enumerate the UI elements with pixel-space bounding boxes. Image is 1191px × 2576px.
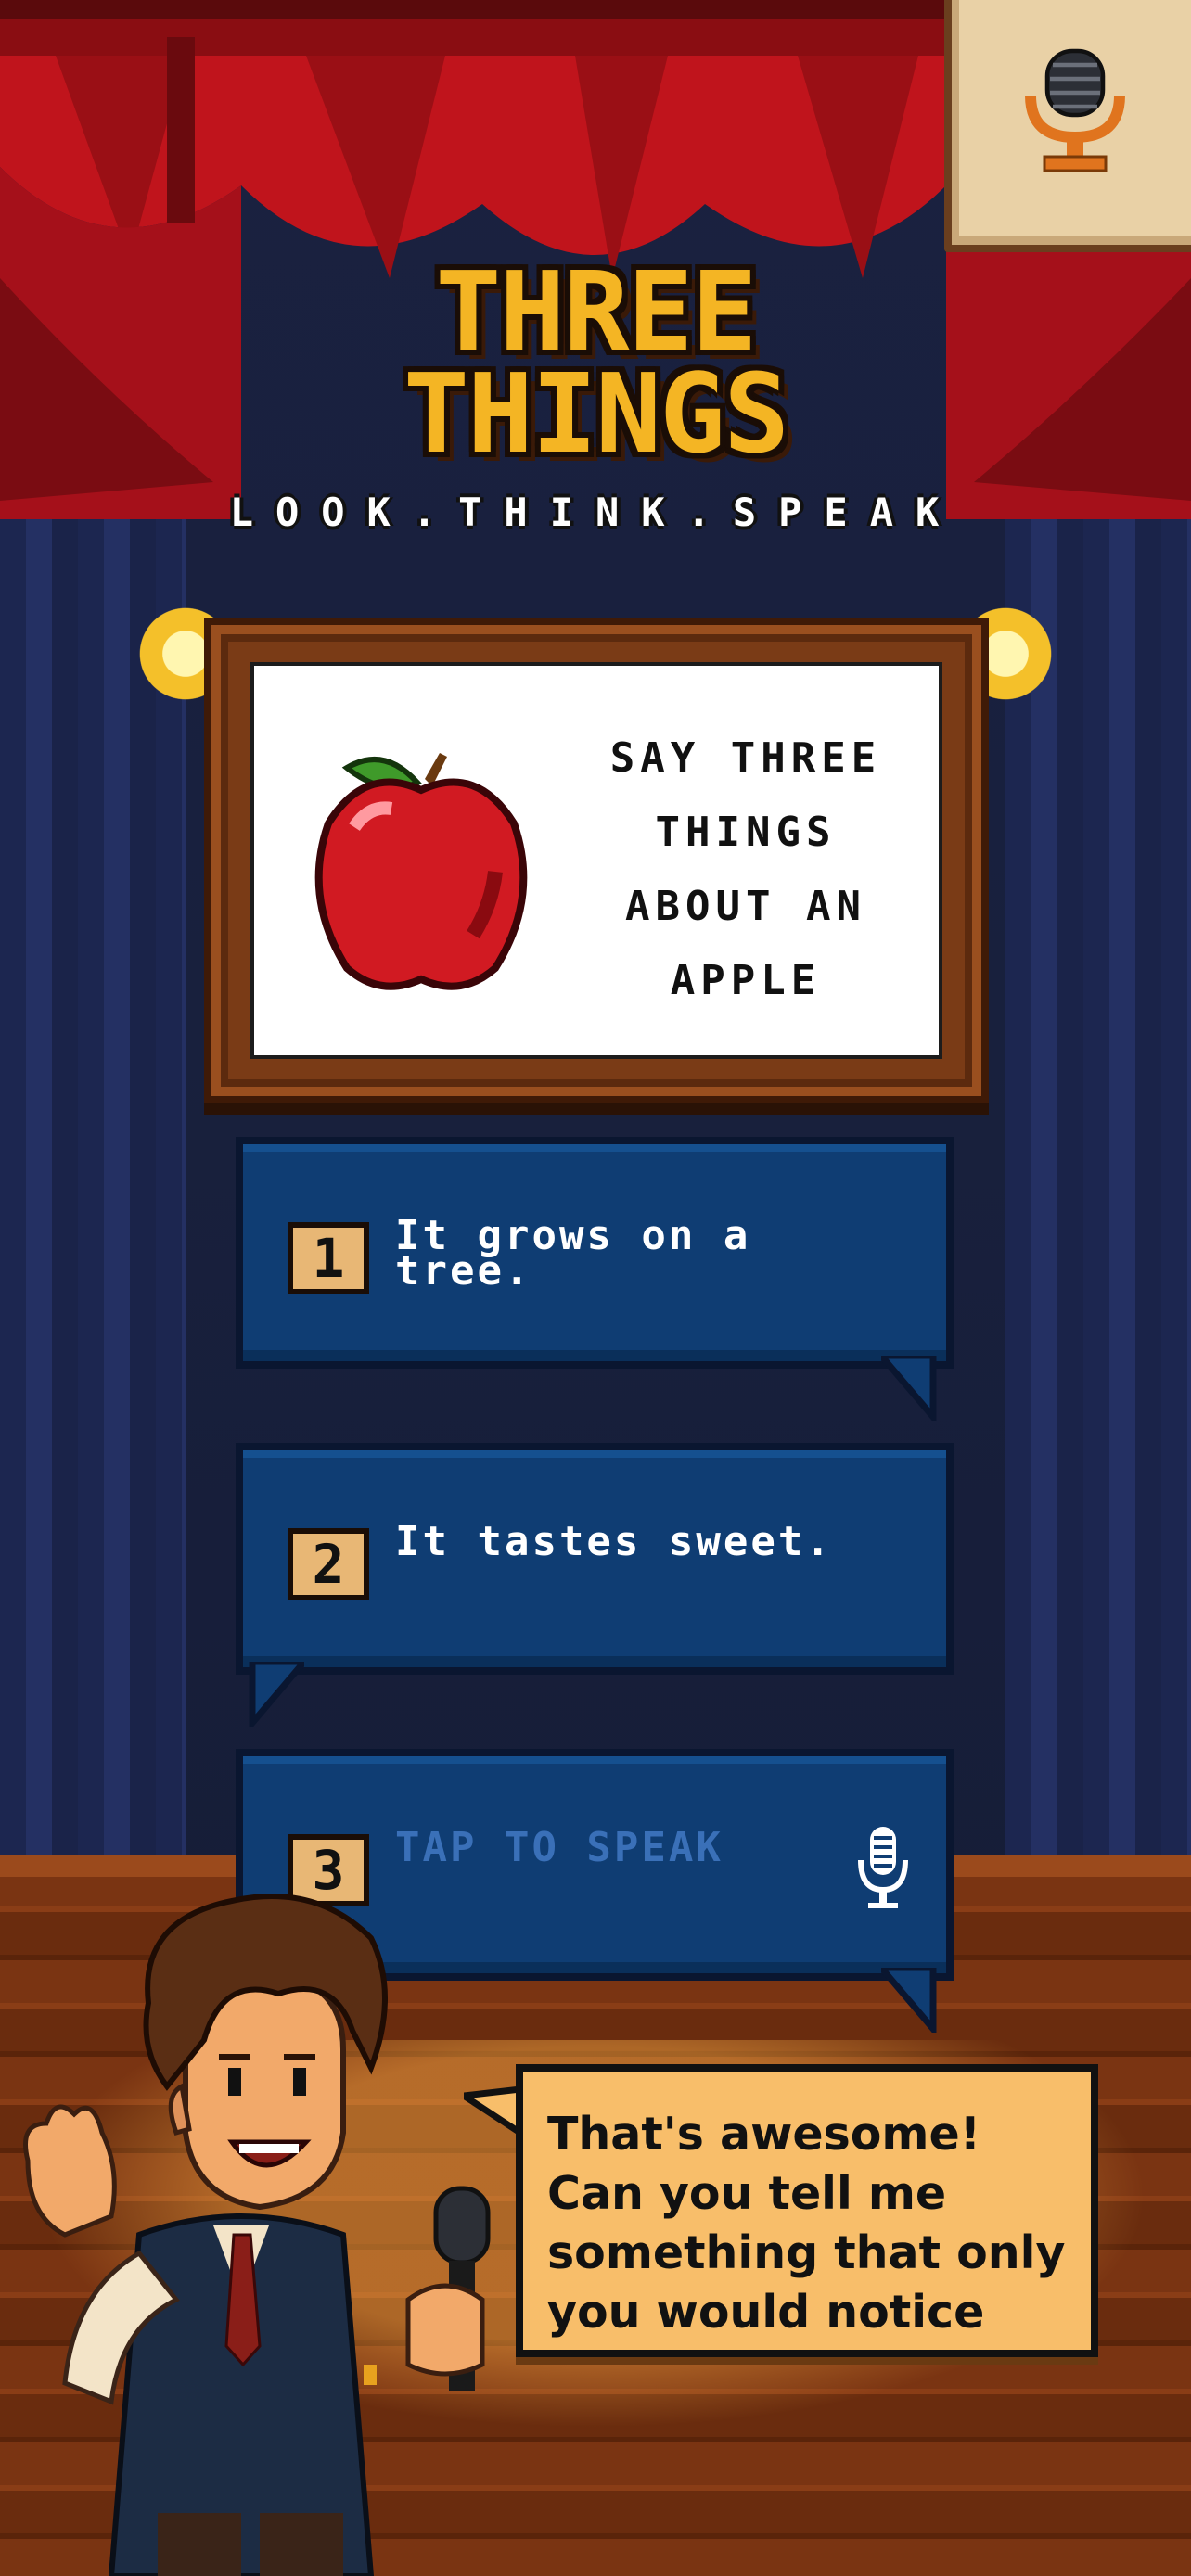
prompt-text: SAY THREE THINGS ABOUT AN APPLE xyxy=(609,734,882,1004)
answer-bubble-1[interactable]: 1 It grows on a tree. xyxy=(236,1137,954,1369)
prompt-card: SAY THREE THINGS ABOUT AN APPLE xyxy=(250,662,942,1059)
answer-number-badge: 2 xyxy=(288,1528,369,1600)
game-title-line2: THINGS xyxy=(403,350,789,478)
answer-bubble-2-tail xyxy=(249,1662,304,1727)
answer-text: It grows on a tree. xyxy=(395,1212,751,1294)
game-stage: THREE THINGS LOOK.THINK.SPEAK SAY THREE … xyxy=(0,0,1191,2576)
answer-bubble-2[interactable]: 2 It tastes sweet. xyxy=(236,1443,954,1675)
microphone-icon[interactable] xyxy=(855,1823,911,1912)
host-speech-text: That's awesome! Can you tell me somethin… xyxy=(547,2108,1066,2339)
apple-image xyxy=(314,753,528,990)
tap-to-speak-placeholder[interactable]: TAP TO SPEAK xyxy=(395,1828,915,1868)
answer-bubble-1-tail xyxy=(881,1356,937,1421)
host-speech-bubble: That's awesome! Can you tell me somethin… xyxy=(516,2064,1098,2357)
answer-bubble-3-tail xyxy=(881,1968,937,2033)
record-microphone-button[interactable] xyxy=(944,0,1191,252)
prompt-frame: SAY THREE THINGS ABOUT AN APPLE xyxy=(204,618,989,1103)
answer-text: It tastes sweet. xyxy=(395,1518,833,1565)
microphone-icon xyxy=(1025,48,1125,172)
game-title-line1: THREE xyxy=(435,248,757,376)
answer-number-badge: 1 xyxy=(288,1222,369,1294)
host-character xyxy=(23,1894,491,2576)
game-subtitle: LOOK.THINK.SPEAK xyxy=(229,490,962,535)
